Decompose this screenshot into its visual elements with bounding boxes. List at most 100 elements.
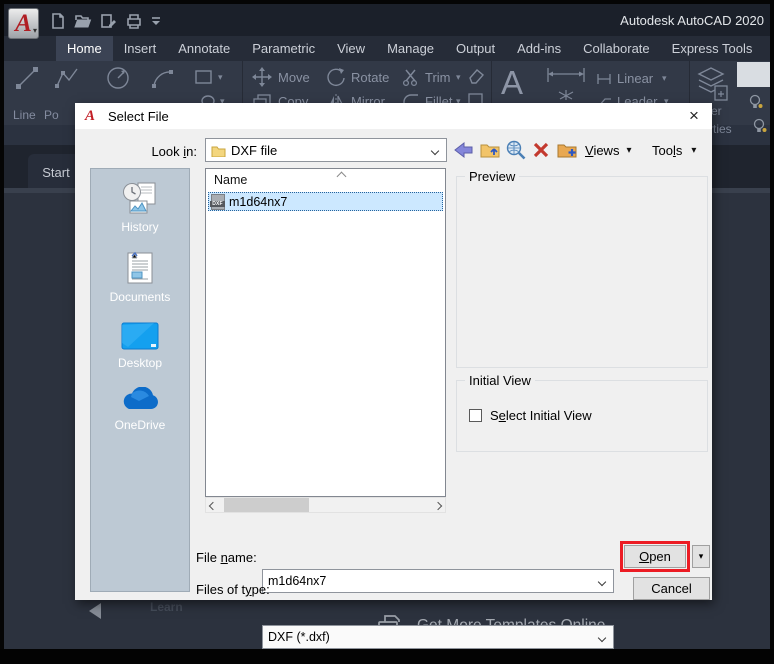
dxf-file-icon: DXF (210, 193, 225, 210)
tab-collaborate[interactable]: Collaborate (572, 36, 661, 61)
select-initial-view-checkbox-label[interactable]: Select Initial View (490, 408, 592, 423)
column-header-name[interactable]: Name (214, 173, 247, 187)
linear-dim-label[interactable]: Linear (617, 71, 653, 86)
look-in-label: Look in: (151, 144, 197, 159)
tab-insert[interactable]: Insert (113, 36, 168, 61)
initial-view-group: Initial View Select Initial View (456, 373, 708, 452)
move-tool-icon[interactable] (252, 67, 272, 87)
linear-dim-icon[interactable] (596, 72, 612, 86)
trim-tool-label[interactable]: Trim (425, 70, 451, 85)
layer-bulb-icon[interactable] (752, 118, 768, 134)
circle-tool-icon[interactable] (104, 64, 132, 92)
scroll-right-arrow[interactable] (431, 501, 445, 510)
collapse-chevron-icon[interactable] (89, 603, 101, 619)
views-menu[interactable]: Views ▾ (585, 143, 631, 158)
tab-featured-apps[interactable]: Featured Apps (763, 36, 770, 61)
place-onedrive[interactable]: OneDrive (115, 387, 165, 432)
app-title: Autodesk AutoCAD 2020 (620, 13, 764, 28)
autocad-logo-icon: A (15, 10, 32, 37)
tab-parametric[interactable]: Parametric (241, 36, 326, 61)
place-label: Documents (109, 290, 171, 304)
rotate-tool-label[interactable]: Rotate (351, 70, 389, 85)
tab-annotate[interactable]: Annotate (167, 36, 241, 61)
place-desktop[interactable]: Desktop (118, 321, 162, 370)
dialog-titlebar[interactable]: A Select File (75, 103, 712, 129)
files-of-type-label: Files of type: (196, 582, 270, 597)
new-file-icon[interactable] (48, 12, 66, 30)
arc-tool-icon[interactable] (150, 65, 176, 91)
text-tool-icon[interactable]: A (501, 64, 523, 102)
select-initial-view-checkbox[interactable] (469, 409, 482, 422)
files-of-type-dropdown[interactable]: DXF (*.dxf) (262, 625, 614, 649)
polyline-tool-label: Po (44, 108, 59, 122)
layer-properties-icon[interactable] (695, 64, 731, 104)
open-split-dropdown[interactable]: ▾ (692, 545, 710, 568)
place-documents[interactable]: Documents (109, 251, 171, 304)
files-of-type-value: DXF (*.dxf) (268, 630, 330, 644)
file-name-label: File name: (196, 550, 257, 565)
trim-tool-icon[interactable] (402, 67, 420, 87)
chevron-down-icon (430, 146, 440, 156)
chevron-down-icon (597, 577, 607, 587)
place-history[interactable]: History (121, 181, 159, 234)
views-label: Views (585, 143, 620, 158)
place-label: History (121, 220, 159, 234)
preview-label: Preview (465, 169, 520, 184)
autocad-app-button[interactable]: A ▾ (8, 8, 39, 39)
chevron-down-icon[interactable]: ▾ (218, 72, 223, 83)
file-list[interactable]: Name DXF m1d64nx7 (205, 168, 446, 497)
scroll-left-arrow[interactable] (206, 501, 220, 510)
chevron-down-icon[interactable]: ▾ (662, 73, 667, 84)
dialog-title: Select File (108, 109, 169, 124)
tab-express-tools[interactable]: Express Tools (661, 36, 764, 61)
tools-menu[interactable]: Tools ▾ (652, 143, 696, 158)
dimension-tool-icon[interactable] (544, 66, 588, 104)
file-row-selected[interactable]: DXF m1d64nx7 (208, 192, 443, 211)
desktop-icon (121, 322, 159, 350)
chevron-down-icon: ▾ (626, 145, 632, 156)
eraser-tool-icon[interactable] (467, 66, 485, 84)
layer-label-fragment: rties (709, 122, 732, 136)
scrollbar-thumb[interactable] (224, 498, 309, 512)
documents-icon (127, 251, 153, 284)
look-in-dropdown[interactable]: DXF file (205, 138, 447, 162)
preview-group: Preview (456, 169, 708, 368)
search-web-button[interactable] (505, 139, 527, 161)
new-folder-button[interactable] (556, 139, 578, 161)
up-one-level-button[interactable] (479, 139, 501, 161)
move-tool-label[interactable]: Move (278, 70, 310, 85)
places-bar: History Documents Desktop OneDrive (90, 168, 190, 592)
rectangle-tool-icon[interactable] (194, 68, 214, 86)
sort-ascending-icon[interactable] (336, 171, 347, 182)
layer-color-swatch[interactable] (737, 62, 770, 87)
layer-label-fragment: er (711, 104, 722, 118)
delete-button[interactable] (530, 139, 552, 161)
tab-manage[interactable]: Manage (376, 36, 445, 61)
save-file-icon[interactable] (99, 12, 117, 30)
cancel-button[interactable]: Cancel (633, 577, 710, 600)
ribbon-tab-bar: Home Insert Annotate Parametric View Man… (56, 36, 770, 61)
back-button[interactable] (453, 139, 475, 161)
screen: A ▾ Autodesk AutoCAD 2020 Home Insert An… (0, 0, 774, 664)
tab-view[interactable]: View (326, 36, 376, 61)
tab-home[interactable]: Home (56, 36, 113, 61)
horizontal-scrollbar[interactable] (205, 497, 446, 513)
rotate-tool-icon[interactable] (326, 67, 346, 87)
open-button-highlight-annotation (620, 541, 690, 572)
history-icon (123, 182, 156, 214)
tab-add-ins[interactable]: Add-ins (506, 36, 572, 61)
dxf-badge: DXF (210, 200, 225, 207)
line-tool-label: Line (13, 108, 36, 122)
chevron-down-icon (597, 633, 607, 643)
plot-icon[interactable] (124, 12, 142, 30)
line-tool-icon[interactable] (14, 65, 40, 91)
initial-view-label: Initial View (465, 373, 535, 388)
open-file-icon[interactable] (73, 12, 92, 30)
tab-output[interactable]: Output (445, 36, 506, 61)
polyline-tool-icon[interactable] (54, 65, 80, 91)
layer-bulb-icon[interactable] (748, 94, 764, 110)
file-name-input[interactable]: m1d64nx7 (262, 569, 614, 593)
customize-quick-access-icon[interactable] (149, 13, 163, 29)
chevron-down-icon[interactable]: ▾ (456, 72, 461, 83)
close-icon[interactable]: × (684, 106, 704, 126)
